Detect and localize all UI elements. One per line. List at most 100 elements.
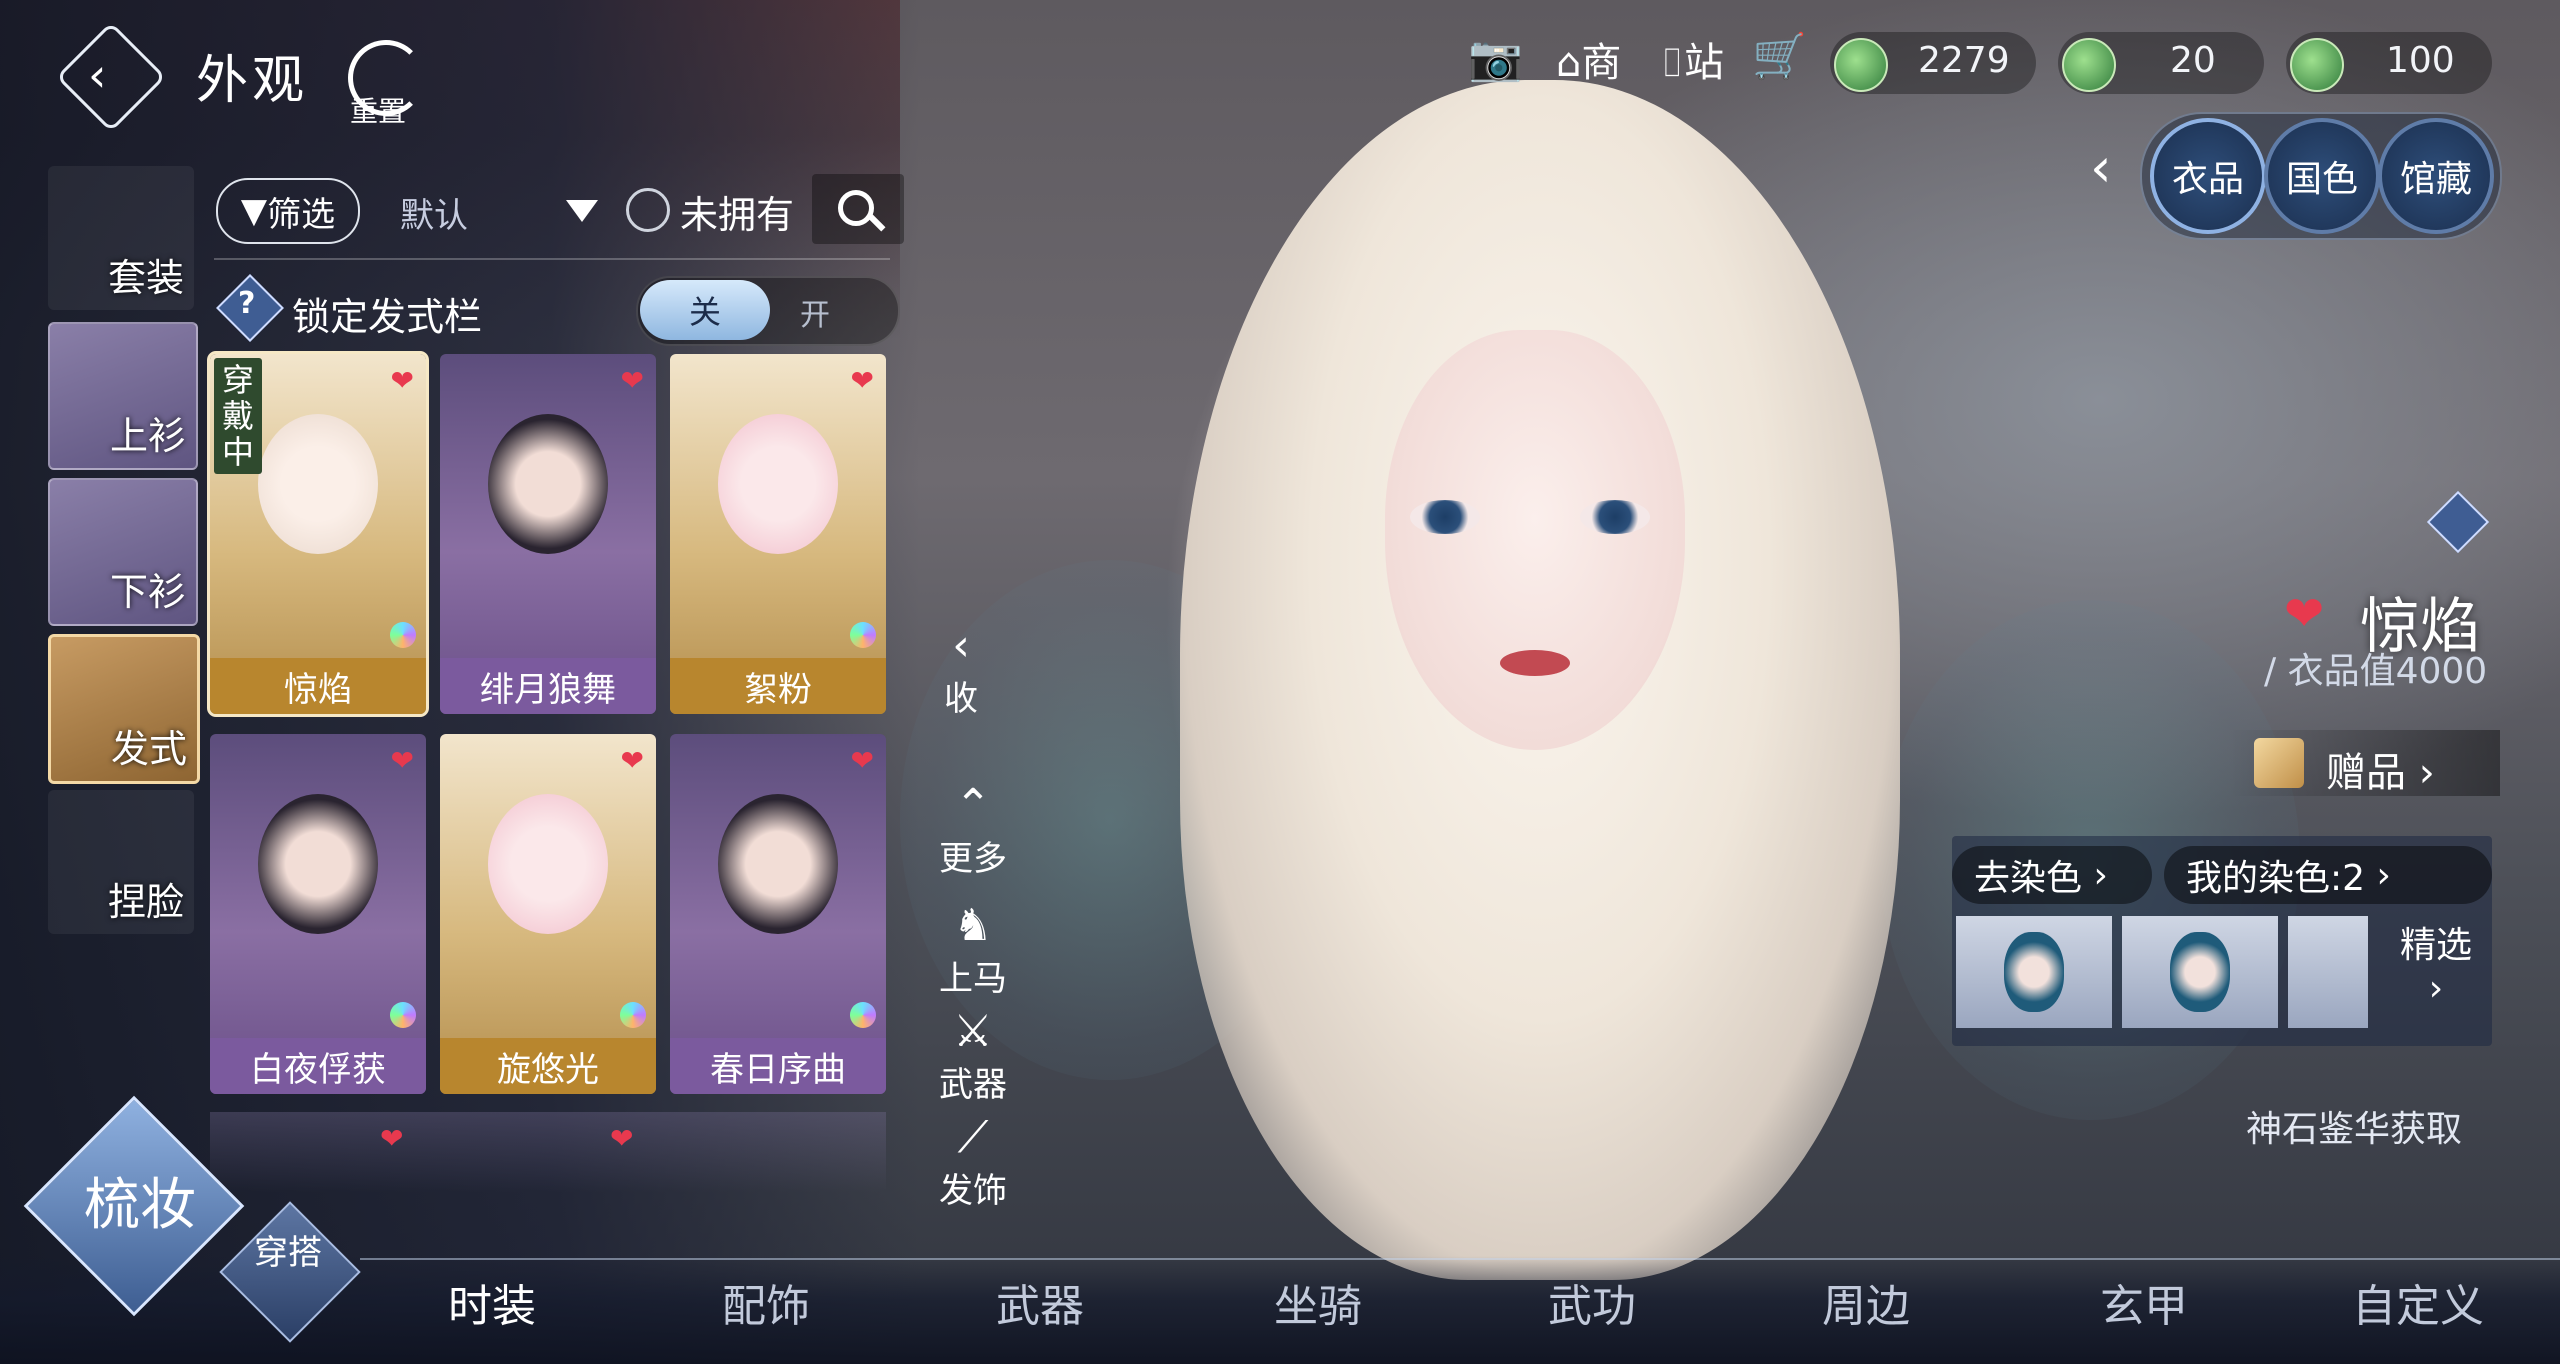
- tab-fashion[interactable]: 时装: [448, 1270, 536, 1334]
- gift-label-text: 赠品: [2326, 750, 2406, 796]
- tab-custom[interactable]: 自定义: [2352, 1270, 2484, 1334]
- collapse-button[interactable]: ‹ 收: [916, 620, 1006, 720]
- my-dye-button[interactable]: 我的染色:2 ›: [2164, 846, 2492, 904]
- search-icon: [838, 190, 874, 226]
- filter-divider: [214, 258, 890, 260]
- chevron-left-icon[interactable]: ‹: [2090, 136, 2112, 199]
- shop-label: 商: [1581, 40, 1622, 86]
- unowned-radio[interactable]: [626, 188, 670, 232]
- currency-value: 100: [2386, 40, 2455, 81]
- station-button[interactable]: ⌷站: [1660, 30, 1724, 88]
- category-face[interactable]: 捏脸: [48, 790, 194, 934]
- hair-accessory-button[interactable]: ⟋ 发饰: [928, 1112, 1018, 1212]
- chevron-down-icon[interactable]: [566, 200, 598, 222]
- heart-icon[interactable]: ❤: [621, 364, 644, 397]
- sort-dropdown[interactable]: 默认: [400, 188, 468, 237]
- back-arrow-icon: ‹: [88, 48, 107, 102]
- dye-swatch[interactable]: [1956, 916, 2112, 1028]
- mount-button[interactable]: ♞ 上马: [928, 900, 1018, 1000]
- item-name: 绯月狼舞: [440, 658, 656, 714]
- filter-label: 筛选: [267, 194, 336, 235]
- item-card[interactable]: ❤ 春日序曲: [670, 734, 886, 1094]
- more-button[interactable]: ⌃ 更多: [928, 780, 1018, 880]
- weapon-icon: ⚔: [953, 1006, 993, 1057]
- style-value: / 衣品值4000: [2264, 651, 2488, 692]
- tab-armor[interactable]: 玄甲: [2100, 1270, 2188, 1334]
- heart-icon[interactable]: ❤: [621, 744, 644, 777]
- shop-button[interactable]: ⌂商: [1556, 30, 1621, 88]
- category-label: 上衫: [109, 414, 186, 458]
- character-right-eye: [1580, 500, 1650, 534]
- mode-makeup-label: 梳妆: [84, 1173, 196, 1238]
- my-dye-label: 我的染色:2: [2186, 858, 2366, 899]
- gift-label: 赠品 ›: [2326, 750, 2435, 796]
- item-card[interactable]: ❤ 绯月狼舞: [440, 354, 656, 714]
- lock-hairstyle-label: 锁定发式栏: [292, 295, 483, 339]
- toggle-off-state[interactable]: 关: [640, 280, 770, 340]
- tab-weapons[interactable]: 武器: [996, 1270, 1084, 1334]
- item-portrait: [488, 414, 608, 554]
- tab-national-color[interactable]: 国色: [2264, 118, 2380, 234]
- heart-icon[interactable]: ❤: [851, 744, 874, 777]
- item-name: 春日序曲: [670, 1038, 886, 1094]
- item-card[interactable]: ❤ 絮粉: [670, 354, 886, 714]
- heart-icon: ❤: [380, 1122, 404, 1155]
- page-title: 外观: [196, 51, 309, 111]
- item-portrait: [718, 414, 838, 554]
- heart-icon[interactable]: ❤: [391, 744, 414, 777]
- featured-dye-button[interactable]: 精选 ›: [2386, 916, 2486, 1009]
- chevron-right-icon: ›: [2428, 968, 2444, 1009]
- category-hairstyle[interactable]: 发式: [48, 634, 200, 784]
- horse-icon: ♞: [953, 900, 993, 951]
- tab-martial-arts[interactable]: 武功: [1548, 1270, 1636, 1334]
- dye-preview: [2170, 932, 2230, 1012]
- category-top[interactable]: 上衫: [48, 322, 198, 470]
- category-label: 下衫: [109, 570, 186, 614]
- item-portrait: [258, 414, 378, 554]
- dye-swatch[interactable]: [2122, 916, 2278, 1028]
- category-label: 捏脸: [107, 880, 184, 924]
- toggle-on-state[interactable]: 开: [800, 290, 830, 334]
- acquire-source: 神石鉴华获取: [2246, 1109, 2463, 1150]
- item-card[interactable]: 穿戴中 ❤ 惊焰: [207, 351, 429, 717]
- featured-label: 精选: [2399, 925, 2472, 966]
- tab-peripherals[interactable]: 周边: [1822, 1270, 1910, 1334]
- category-suit[interactable]: 套装: [48, 166, 194, 310]
- help-icon[interactable]: [2426, 490, 2490, 554]
- weapon-button[interactable]: ⚔ 武器: [928, 1006, 1018, 1106]
- remove-dye-button[interactable]: 去染色 ›: [1952, 846, 2152, 904]
- weapon-label: 武器: [939, 1065, 1007, 1105]
- dye-swatch[interactable]: [2288, 916, 2368, 1028]
- reset-button[interactable]: 重置: [350, 90, 406, 130]
- collapse-icon: ‹: [952, 620, 970, 671]
- tab-mounts[interactable]: 坐骑: [1274, 1270, 1362, 1334]
- camera-icon[interactable]: 📷: [1468, 32, 1523, 84]
- character-lips: [1500, 650, 1570, 676]
- next-row-peek: ❤ ❤: [210, 1112, 886, 1192]
- tab-style-rating[interactable]: 衣品: [2150, 118, 2266, 234]
- jade-currency-icon: [2062, 38, 2116, 92]
- heart-icon: ❤: [610, 1122, 634, 1155]
- item-card[interactable]: ❤ 白夜俘获: [210, 734, 426, 1094]
- heart-icon[interactable]: ❤: [851, 364, 874, 397]
- item-name: 絮粉: [670, 658, 886, 714]
- cart-icon[interactable]: 🛒: [1752, 30, 1807, 82]
- heart-icon[interactable]: ❤: [391, 364, 414, 397]
- jade-currency-icon: [1834, 38, 1888, 92]
- dye-preview: [2004, 932, 2064, 1012]
- dye-orb-icon: [850, 1002, 876, 1028]
- wearing-badge: 穿戴中: [214, 358, 262, 474]
- category-bottom[interactable]: 下衫: [48, 478, 198, 626]
- filter-button[interactable]: ▼ 筛选: [216, 178, 360, 244]
- item-card[interactable]: ❤ 旋悠光: [440, 734, 656, 1094]
- item-portrait: [488, 794, 608, 934]
- heart-icon[interactable]: ❤: [2284, 586, 2324, 642]
- station-label: 站: [1684, 40, 1724, 86]
- hair-accessory-label: 发饰: [939, 1171, 1007, 1211]
- currency-value: 2279: [1918, 40, 2010, 81]
- filter-icon: ▼: [240, 191, 268, 231]
- tab-accessories[interactable]: 配饰: [722, 1270, 810, 1334]
- tab-collection[interactable]: 馆藏: [2378, 118, 2494, 234]
- gift-icon: [2254, 738, 2304, 788]
- hair-accessory-icon: ⟋: [957, 1112, 989, 1163]
